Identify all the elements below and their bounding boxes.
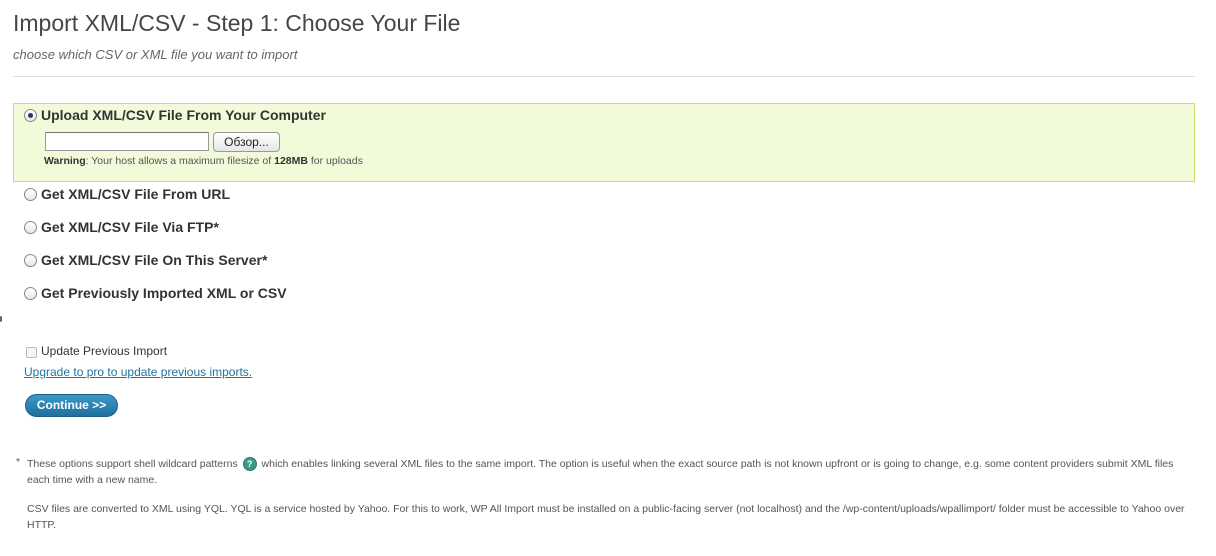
- warning-text-2: for uploads: [307, 155, 363, 167]
- radio-upload[interactable]: [24, 109, 37, 122]
- page-subtitle: choose which CSV or XML file you want to…: [13, 47, 298, 62]
- update-previous-checkbox[interactable]: [26, 347, 37, 358]
- browse-button[interactable]: Обзор...: [213, 132, 280, 152]
- wildcard-footnote: These options support shell wildcard pat…: [27, 456, 1187, 488]
- edge-marker: [0, 316, 2, 322]
- warning-text-1: : Your host allows a maximum filesize of: [85, 155, 275, 167]
- radio-server[interactable]: [24, 254, 37, 267]
- upgrade-link[interactable]: Upgrade to pro to update previous import…: [24, 365, 252, 379]
- radio-ftp[interactable]: [24, 221, 37, 234]
- file-path-input[interactable]: [45, 132, 209, 151]
- csv-footnote: CSV files are converted to XML using YQL…: [27, 503, 1185, 531]
- option-label-url[interactable]: Get XML/CSV File From URL: [41, 186, 230, 202]
- warning-label: Warning: [44, 155, 86, 167]
- option-label-server[interactable]: Get XML/CSV File On This Server*: [41, 252, 267, 268]
- continue-button[interactable]: Continue >>: [25, 394, 118, 417]
- option-label-ftp[interactable]: Get XML/CSV File Via FTP*: [41, 219, 219, 235]
- page-title: Import XML/CSV - Step 1: Choose Your Fil…: [13, 10, 461, 36]
- upload-warning: Warning: Your host allows a maximum file…: [44, 155, 363, 167]
- footnote-star: *: [16, 456, 21, 468]
- option-label-previous[interactable]: Get Previously Imported XML or CSV: [41, 285, 287, 301]
- wildcard-text-1: These options support shell wildcard pat…: [27, 458, 238, 470]
- option-label-upload[interactable]: Upload XML/CSV File From Your Computer: [41, 107, 326, 123]
- title-divider: [13, 76, 1195, 77]
- warning-size: 128MB: [274, 155, 308, 167]
- update-previous-label[interactable]: Update Previous Import: [41, 344, 167, 358]
- help-icon[interactable]: ?: [242, 457, 257, 472]
- radio-previous[interactable]: [24, 287, 37, 300]
- radio-url[interactable]: [24, 188, 37, 201]
